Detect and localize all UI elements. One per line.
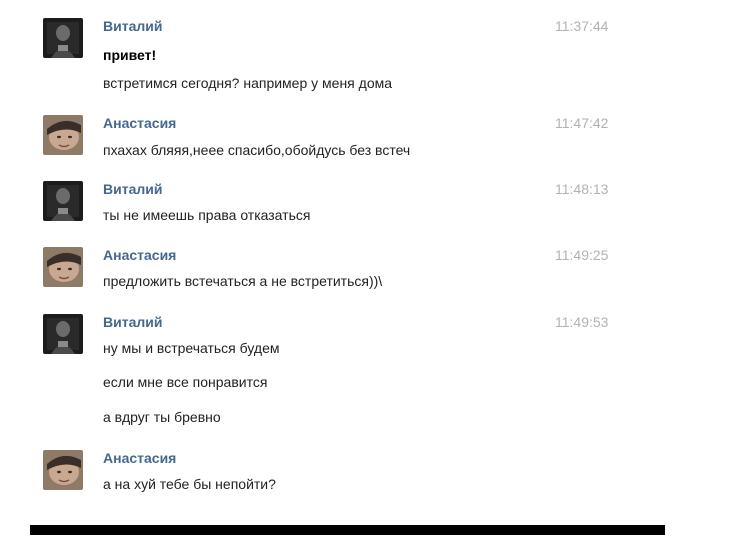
message-author[interactable]: Анастасия	[103, 450, 176, 467]
user-avatar-dark-icon[interactable]	[43, 181, 83, 221]
message-text: а на хуй тебе бы непойти?	[103, 476, 276, 492]
message-author[interactable]: Виталий	[103, 181, 162, 198]
user-avatar-dark-icon[interactable]	[43, 18, 83, 58]
message-author[interactable]: Анастасия	[103, 115, 176, 132]
message-timestamp: 11:48:13	[555, 181, 609, 197]
message-author[interactable]: Анастасия	[103, 247, 176, 264]
redaction-bar	[30, 525, 665, 535]
chat-history: Виталий 11:37:44 привет! встретимся сего…	[0, 0, 747, 549]
message-text: пхахах бляяя,неее спасибо,обойдусь без в…	[103, 142, 411, 158]
user-avatar-face-icon[interactable]	[43, 247, 83, 287]
message-text: привет!	[103, 47, 157, 63]
message-text: встретимся сегодня? например у меня дома	[103, 75, 393, 91]
user-avatar-face-icon[interactable]	[43, 115, 83, 155]
message-timestamp: 11:49:25	[555, 247, 609, 263]
message-text: ну мы и встречаться будем	[103, 340, 280, 356]
message-author[interactable]: Виталий	[103, 18, 162, 35]
user-avatar-face-icon[interactable]	[43, 450, 83, 490]
message-text: предложить встечаться а не встретиться))…	[103, 273, 383, 289]
message-text: ты не имеешь права отказаться	[103, 207, 311, 223]
message-text: а вдруг ты бревно	[103, 409, 221, 425]
message-author[interactable]: Виталий	[103, 314, 162, 331]
user-avatar-dark-icon[interactable]	[43, 314, 83, 354]
message-timestamp: 11:49:53	[555, 314, 609, 330]
message-timestamp: 11:37:44	[555, 18, 609, 34]
message-timestamp: 11:47:42	[555, 115, 609, 131]
message-text: если мне все понравится	[103, 374, 268, 390]
